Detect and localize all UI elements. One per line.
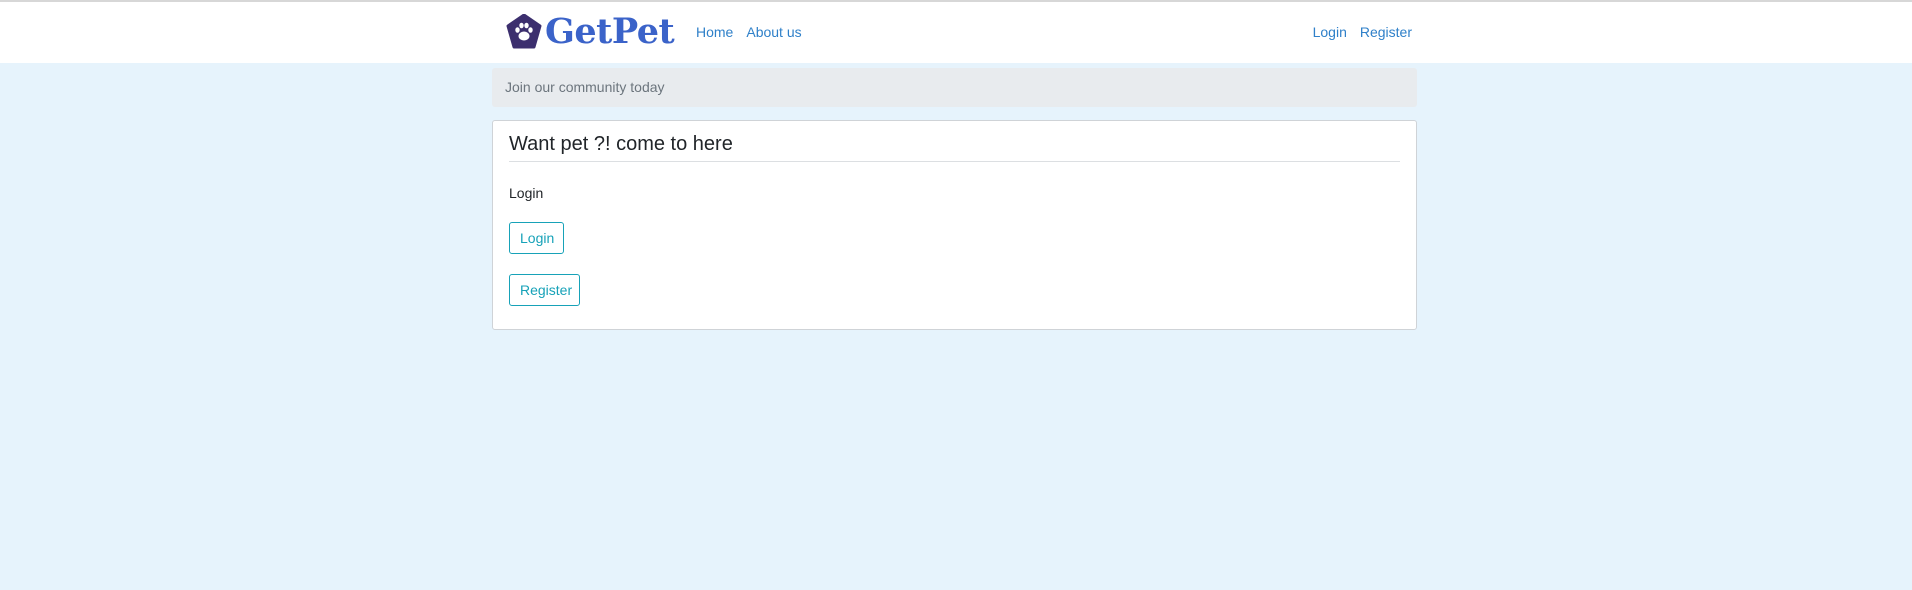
navbar-container: GetPet Home About us Login Register <box>492 2 1418 63</box>
main-card: Want pet ?! come to here Login Login Reg… <box>492 120 1417 330</box>
nav-links-left: Home About us <box>696 23 802 41</box>
login-button[interactable]: Login <box>509 222 564 254</box>
section-label: Login <box>509 185 544 201</box>
breadcrumb-text: Join our community today <box>505 79 665 95</box>
paw-icon <box>506 14 542 49</box>
top-navbar: GetPet Home About us Login Register <box>0 2 1912 63</box>
register-button[interactable]: Register <box>509 274 580 306</box>
brand-name: GetPet <box>545 11 675 52</box>
card-divider <box>509 161 1400 162</box>
card-title: Want pet ?! come to here <box>509 133 733 155</box>
nav-about-link[interactable]: About us <box>746 23 801 41</box>
nav-home-link[interactable]: Home <box>696 23 733 41</box>
breadcrumb: Join our community today <box>492 68 1417 107</box>
nav-links-right: Login Register <box>1313 23 1412 41</box>
brand-logo-link[interactable]: GetPet <box>506 11 675 52</box>
nav-register-link[interactable]: Register <box>1360 23 1412 41</box>
nav-login-link[interactable]: Login <box>1313 23 1347 41</box>
